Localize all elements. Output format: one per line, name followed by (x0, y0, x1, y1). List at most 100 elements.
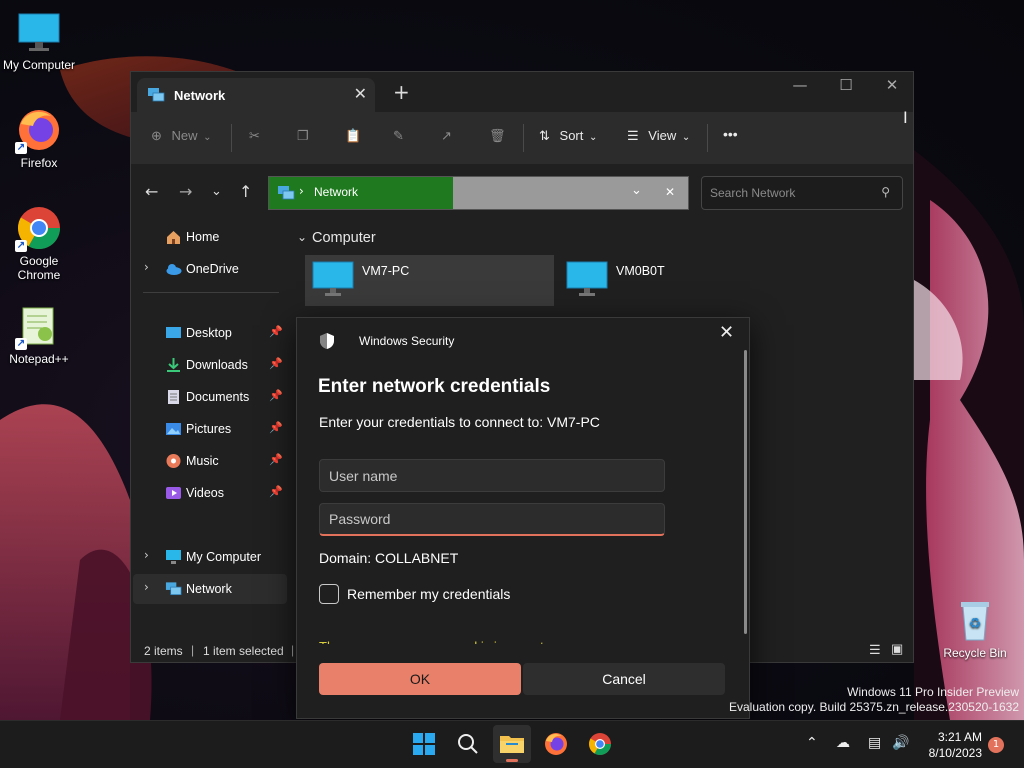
cancel-button[interactable]: Cancel (523, 663, 725, 695)
notepadpp-icon: ↗ (15, 302, 63, 350)
sidebar-item-documents[interactable]: Documents 📌 (133, 382, 287, 412)
tab-network[interactable]: Network ✕ (137, 78, 375, 112)
dialog-heading: Enter network credentials (318, 376, 551, 397)
clock[interactable]: 3:21 AM 8/10/2023 (916, 729, 982, 761)
item-name: VM7-PC (362, 264, 410, 278)
see-more-button[interactable]: ••• (723, 126, 738, 142)
sidebar-item-label: Videos (186, 486, 224, 500)
search-taskbar-button[interactable] (449, 725, 487, 763)
tab-label: Network (174, 88, 226, 103)
address-clear-icon[interactable]: ✕ (665, 185, 675, 199)
details-view-icon[interactable]: ☰ (869, 642, 881, 658)
password-field[interactable] (319, 503, 665, 536)
sidebar-item-network[interactable]: › Network (133, 574, 287, 604)
sidebar-item-label: OneDrive (186, 262, 239, 276)
sidebar-item-label: Desktop (186, 326, 232, 340)
sidebar-item-music[interactable]: Music 📌 (133, 446, 287, 476)
breadcrumb-chevron-icon: › (299, 184, 304, 198)
sidebar-item-pictures[interactable]: Pictures 📌 (133, 414, 287, 444)
sidebar-item-my-computer[interactable]: › My Computer (133, 542, 287, 572)
paste-icon[interactable]: 📋 (345, 128, 361, 144)
document-icon (165, 389, 182, 405)
username-field[interactable] (319, 459, 665, 492)
copy-icon[interactable]: ❐ (297, 128, 309, 144)
onedrive-offline-icon[interactable]: ☁ (836, 735, 850, 751)
desktop-icon-notepadpp[interactable]: ↗ Notepad++ (1, 302, 77, 366)
sidebar-divider (143, 292, 279, 293)
delete-icon[interactable]: 🗑 (489, 128, 506, 144)
close-window-icon[interactable]: ✕ (869, 76, 915, 94)
volume-icon[interactable]: 🔊 (892, 735, 909, 751)
view-button-label: View (648, 128, 677, 143)
cut-icon[interactable]: ✂ (249, 128, 260, 144)
title-bar: Network ✕ + — ☐ ✕ (131, 72, 913, 112)
group-collapse-icon[interactable]: ⌄ (297, 230, 307, 244)
sort-button-label: Sort (559, 128, 584, 143)
tab-close-icon[interactable]: ✕ (354, 84, 367, 103)
sidebar-item-home[interactable]: Home (133, 222, 287, 252)
maximize-icon[interactable]: ☐ (823, 76, 869, 94)
taskbar-chrome[interactable] (581, 725, 619, 763)
recent-chevron-icon[interactable]: ⌄ (211, 184, 222, 199)
error-message: The username or password is incorrect. (319, 634, 739, 644)
notification-badge[interactable]: 1 (988, 737, 1004, 753)
address-dropdown-icon[interactable]: ⌄ (631, 183, 642, 198)
search-box[interactable]: Search Network ⚲ (701, 176, 903, 210)
rename-icon[interactable]: ✎ (393, 128, 404, 144)
shortcut-arrow-icon: ↗ (15, 142, 27, 154)
network-status-icon[interactable]: ▤ (868, 735, 881, 751)
minimize-icon[interactable]: — (777, 76, 823, 94)
network-computer-item[interactable]: VM0B0T (561, 255, 761, 306)
up-arrow-icon[interactable]: ↑ (239, 182, 252, 201)
item-count: 2 items (144, 644, 183, 658)
chevron-right-icon[interactable]: › (144, 548, 149, 562)
desktop-icon-chrome[interactable]: ↗ Google Chrome (1, 204, 77, 282)
search-icon: ⚲ (881, 185, 890, 199)
remember-credentials-label: Remember my credentials (347, 586, 511, 602)
desktop-icon-firefox[interactable]: ↗ Firefox (1, 106, 77, 170)
desktop-icon-recycle-bin[interactable]: ♻ Recycle Bin (937, 596, 1013, 660)
sidebar-item-label: Downloads (186, 358, 248, 372)
toolbar-divider (231, 124, 232, 152)
view-button[interactable]: ☰ View ⌄ (627, 128, 690, 144)
chevron-right-icon[interactable]: › (144, 260, 149, 274)
download-arrow-icon (165, 357, 182, 373)
pictures-icon (165, 421, 182, 437)
new-tab-plus-icon[interactable]: + (393, 80, 410, 104)
command-bar: ⊕ New ⌄ ✂ ❐ 📋 ✎ ↗ 🗑 ⇅ Sort ⌄ ☰ View ⌄ ••… (131, 112, 913, 164)
share-icon[interactable]: ↗ (441, 128, 452, 144)
sidebar-item-desktop[interactable]: Desktop 📌 (133, 318, 287, 348)
windows-security-dialog: Windows Security ✕ Enter network credent… (296, 317, 750, 719)
windows-watermark: Windows 11 Pro Insider Preview Evaluatio… (729, 685, 1019, 714)
sort-button[interactable]: ⇅ Sort ⌄ (539, 128, 597, 144)
taskbar: ⌃ ☁ ▤ 🔊 3:21 AM 8/10/2023 1 (0, 720, 1024, 768)
group-header: Computer (312, 230, 376, 246)
sidebar-item-downloads[interactable]: Downloads 📌 (133, 350, 287, 380)
text-cursor-icon: I (903, 108, 908, 127)
network-computer-item[interactable]: VM7-PC (305, 255, 554, 306)
monitor-icon (311, 260, 355, 303)
address-bar[interactable]: › Network ⌄ ✕ (268, 176, 689, 210)
desktop-icon-my-computer[interactable]: My Computer (1, 8, 77, 72)
forward-arrow-icon[interactable]: → (179, 182, 192, 201)
home-icon (165, 229, 182, 245)
sidebar-item-onedrive[interactable]: › OneDrive (133, 254, 287, 284)
address-text: Network (314, 185, 359, 199)
desktop-icon-label: My Computer (2, 58, 76, 72)
new-button[interactable]: ⊕ New ⌄ (151, 128, 212, 144)
dialog-scrollbar[interactable] (744, 350, 747, 634)
tiles-view-icon[interactable]: ▣ (891, 641, 903, 657)
taskbar-file-explorer[interactable] (493, 725, 531, 763)
start-button[interactable] (405, 725, 443, 763)
back-arrow-icon[interactable]: ← (145, 182, 158, 201)
remember-credentials-checkbox[interactable] (319, 584, 339, 604)
clock-date: 8/10/2023 (928, 746, 982, 760)
chevron-right-icon[interactable]: › (144, 580, 149, 594)
domain-label: Domain: COLLABNET (319, 550, 459, 566)
dialog-close-icon[interactable]: ✕ (719, 322, 734, 343)
ok-button[interactable]: OK (319, 663, 521, 695)
sidebar-item-videos[interactable]: Videos 📌 (133, 478, 287, 508)
taskbar-firefox[interactable] (537, 725, 575, 763)
show-hidden-icons-chevron[interactable]: ⌃ (806, 735, 818, 751)
plus-circle-icon: ⊕ (151, 128, 162, 143)
